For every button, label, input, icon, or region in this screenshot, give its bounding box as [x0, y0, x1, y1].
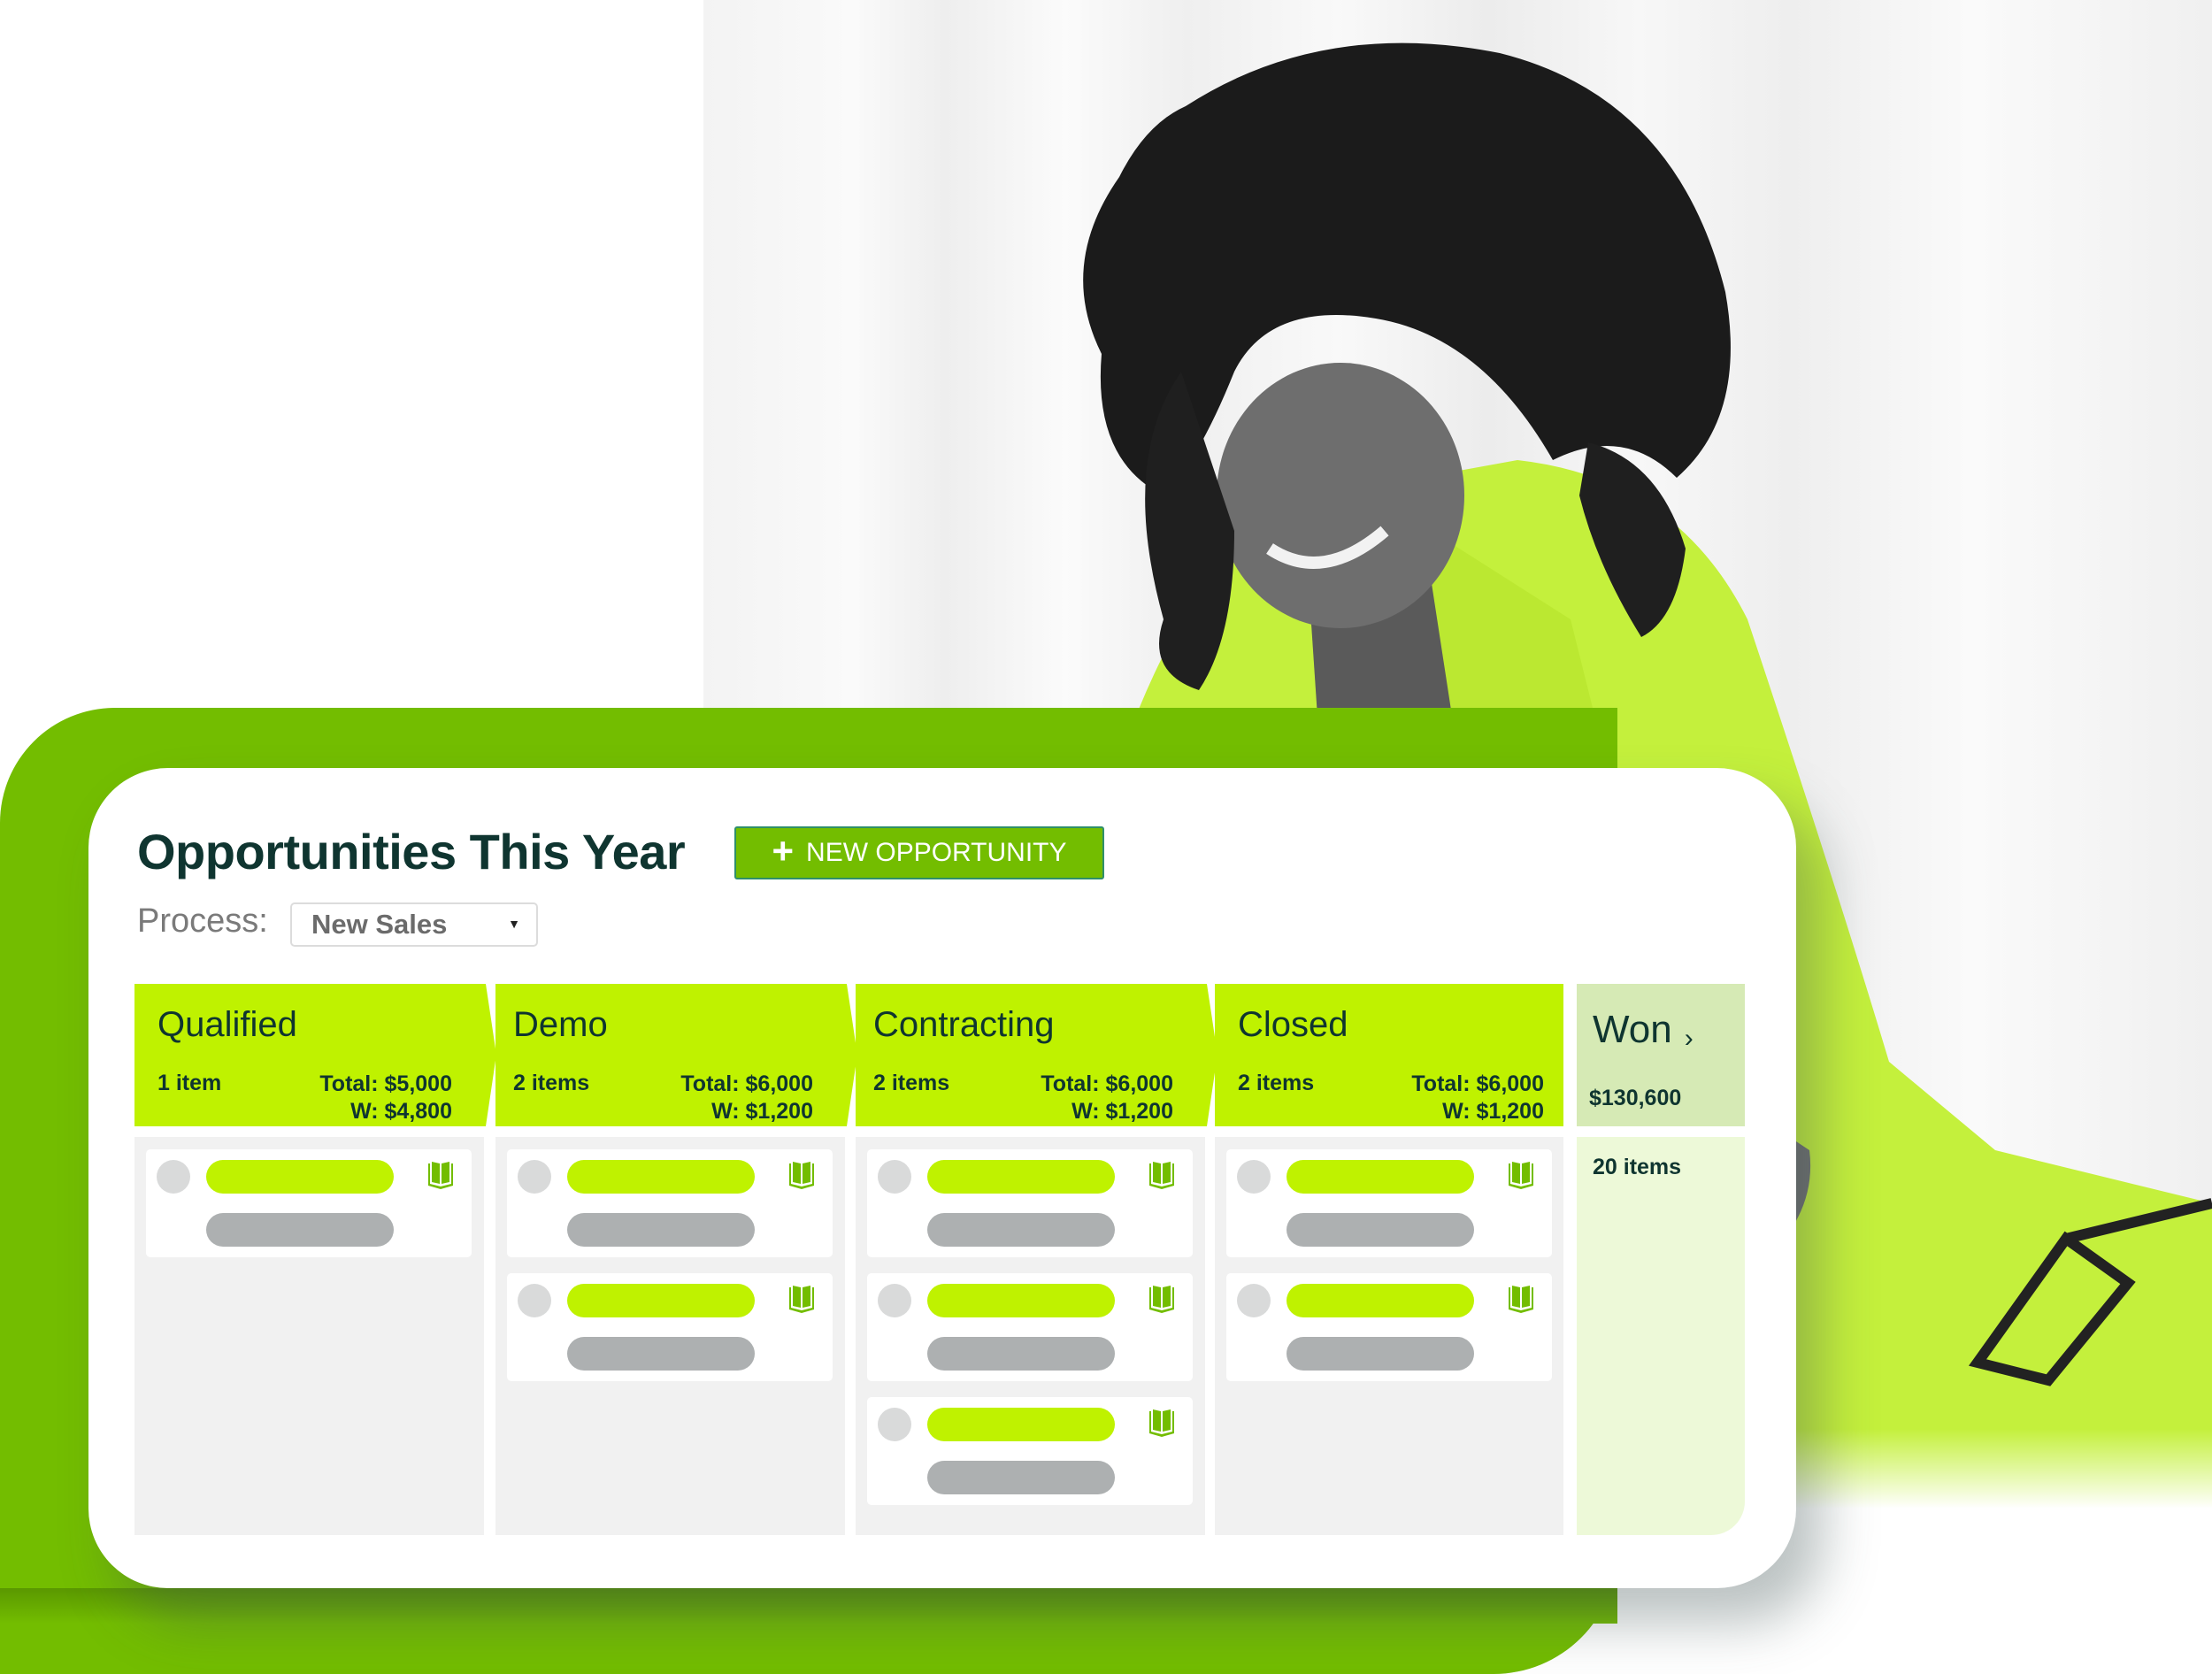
avatar — [1237, 1160, 1271, 1194]
opportunity-subtitle-placeholder — [206, 1213, 394, 1247]
won-count: 20 items — [1593, 1155, 1682, 1179]
stage-totals: Total: $5,000 W: $4,800 — [319, 1071, 452, 1125]
opportunity-title-placeholder — [927, 1408, 1115, 1441]
book-icon[interactable] — [788, 1160, 815, 1190]
stage-header-closed[interactable]: Closed 2 items Total: $6,000 W: $1,200 — [1215, 984, 1563, 1126]
stage-total: Total: $6,000 — [1411, 1071, 1544, 1096]
opportunity-title-placeholder — [927, 1284, 1115, 1317]
avatar — [878, 1408, 911, 1441]
book-icon[interactable] — [1148, 1408, 1175, 1438]
avatar — [878, 1284, 911, 1317]
opportunity-card[interactable] — [867, 1397, 1193, 1505]
opportunity-card[interactable] — [507, 1149, 833, 1257]
book-icon[interactable] — [1148, 1160, 1175, 1190]
stage-header-won[interactable]: Won › $130,600 — [1577, 984, 1745, 1126]
stage-weighted: W: $4,800 — [350, 1099, 452, 1124]
avatar — [518, 1160, 551, 1194]
stage-count: 1 item — [157, 1071, 222, 1095]
opportunity-card[interactable] — [867, 1273, 1193, 1381]
won-amount: $130,600 — [1589, 1086, 1682, 1110]
stage-count: 2 items — [513, 1071, 590, 1095]
pipeline-card: Opportunities This Year + NEW OPPORTUNIT… — [88, 768, 1796, 1588]
stage-total: Total: $6,000 — [1041, 1071, 1173, 1096]
stage-name: Closed — [1238, 1005, 1348, 1044]
book-icon[interactable] — [427, 1160, 454, 1190]
book-icon[interactable] — [788, 1284, 815, 1314]
stage-total: Total: $5,000 — [319, 1071, 452, 1096]
stage-name: Contracting — [873, 1005, 1055, 1044]
plus-icon: + — [772, 830, 795, 872]
avatar — [1237, 1284, 1271, 1317]
opportunity-subtitle-placeholder — [1286, 1213, 1474, 1247]
new-opportunity-button[interactable]: + NEW OPPORTUNITY — [734, 826, 1104, 879]
opportunity-subtitle-placeholder — [1286, 1337, 1474, 1371]
book-icon[interactable] — [1148, 1284, 1175, 1314]
book-icon[interactable] — [1508, 1160, 1534, 1190]
opportunity-title-placeholder — [567, 1284, 755, 1317]
stage-totals: Total: $6,000 W: $1,200 — [680, 1071, 813, 1125]
opportunity-title-placeholder — [1286, 1160, 1474, 1194]
stage-name: Qualified — [157, 1005, 297, 1044]
opportunity-subtitle-placeholder — [567, 1213, 755, 1247]
opportunity-title-placeholder — [567, 1160, 755, 1194]
opportunity-title-placeholder — [927, 1160, 1115, 1194]
stage-count: 2 items — [1238, 1071, 1315, 1095]
card-shadow-band — [0, 1588, 1617, 1624]
new-opportunity-label: NEW OPPORTUNITY — [806, 838, 1067, 867]
avatar — [878, 1160, 911, 1194]
stage-header-contracting[interactable]: Contracting 2 items Total: $6,000 W: $1,… — [856, 984, 1205, 1126]
avatar — [157, 1160, 190, 1194]
stage-column-contracting — [856, 1137, 1205, 1535]
stage-total: Total: $6,000 — [680, 1071, 813, 1096]
stage-count: 2 items — [873, 1071, 950, 1095]
stage-weighted: W: $1,200 — [1442, 1099, 1544, 1124]
stage-header-qualified[interactable]: Qualified 1 item Total: $5,000 W: $4,800 — [134, 984, 484, 1126]
stage-weighted: W: $1,200 — [1071, 1099, 1173, 1124]
process-select[interactable]: New Sales ▼ — [290, 902, 538, 947]
stage-column-demo — [495, 1137, 845, 1535]
stage-column-qualified — [134, 1137, 484, 1535]
opportunity-subtitle-placeholder — [927, 1213, 1115, 1247]
stage-column-closed — [1215, 1137, 1563, 1535]
opportunity-title-placeholder — [206, 1160, 394, 1194]
chevron-right-icon: › — [1684, 1023, 1694, 1053]
chevron-down-icon: ▼ — [508, 917, 520, 931]
opportunity-subtitle-placeholder — [927, 1461, 1115, 1494]
face-shape — [1217, 363, 1464, 628]
process-select-value: New Sales — [311, 909, 448, 940]
page-title: Opportunities This Year — [137, 824, 686, 879]
stage-totals: Total: $6,000 W: $1,200 — [1411, 1071, 1544, 1125]
opportunity-card[interactable] — [146, 1149, 472, 1257]
stage-totals: Total: $6,000 W: $1,200 — [1041, 1071, 1173, 1125]
book-icon[interactable] — [1508, 1284, 1534, 1314]
opportunity-card[interactable] — [1226, 1149, 1552, 1257]
stage-name: Demo — [513, 1005, 608, 1044]
process-label: Process: — [137, 902, 268, 940]
stage-header-demo[interactable]: Demo 2 items Total: $6,000 W: $1,200 — [495, 984, 845, 1126]
opportunity-title-placeholder — [1286, 1284, 1474, 1317]
opportunity-card[interactable] — [1226, 1273, 1552, 1381]
stage-name: Won — [1593, 1008, 1672, 1051]
opportunity-card[interactable] — [507, 1273, 833, 1381]
avatar — [518, 1284, 551, 1317]
stage-column-won: 20 items — [1577, 1137, 1745, 1535]
opportunity-card[interactable] — [867, 1149, 1193, 1257]
stage-weighted: W: $1,200 — [711, 1099, 813, 1124]
opportunity-subtitle-placeholder — [927, 1337, 1115, 1371]
opportunity-subtitle-placeholder — [567, 1337, 755, 1371]
